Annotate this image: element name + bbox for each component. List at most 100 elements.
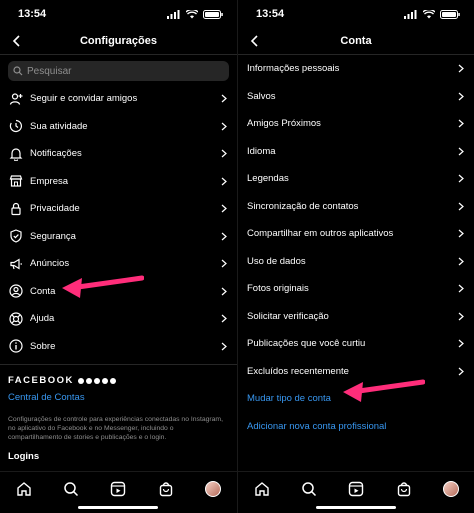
chevron-right-icon — [219, 121, 229, 131]
search-icon — [13, 66, 23, 76]
search-input[interactable]: Pesquisar — [8, 61, 229, 81]
account-item-label: Legendas — [247, 173, 289, 185]
account-item-original-photos[interactable]: Fotos originais — [238, 275, 474, 303]
chevron-right-icon — [456, 229, 466, 239]
shop-icon — [8, 173, 24, 189]
account-item-captions[interactable]: Legendas — [238, 165, 474, 193]
account-item-personal-info[interactable]: Informações pessoais — [238, 55, 474, 83]
account-item-saved[interactable]: Salvos — [238, 83, 474, 111]
chevron-left-icon — [12, 35, 20, 47]
lock-icon — [8, 201, 24, 217]
chevron-right-icon — [456, 91, 466, 101]
chevron-right-icon — [456, 201, 466, 211]
settings-header: Configurações — [0, 28, 237, 54]
settings-item-notifications[interactable]: Notificações — [0, 140, 237, 168]
settings-item-business[interactable]: Empresa — [0, 168, 237, 196]
facebook-brand: FACEBOOK — [8, 375, 229, 386]
account-item-label: Informações pessoais — [247, 63, 340, 75]
back-button[interactable] — [246, 32, 262, 50]
accounts-center-link[interactable]: Central de Contas — [8, 392, 229, 403]
settings-item-about[interactable]: Sobre — [0, 333, 237, 361]
chevron-right-icon — [219, 231, 229, 241]
account-item-label: Solicitar verificação — [247, 310, 329, 322]
reels-icon[interactable] — [346, 479, 366, 499]
settings-item-security[interactable]: Segurança — [0, 223, 237, 251]
account-item-language[interactable]: Idioma — [238, 138, 474, 166]
facebook-section: FACEBOOK Central de Contas Configurações… — [0, 365, 237, 462]
account-item-label: Sincronização de contatos — [247, 200, 359, 212]
chevron-right-icon — [456, 366, 466, 376]
account-item-data-usage[interactable]: Uso de dados — [238, 248, 474, 276]
status-bar: 13:54 — [0, 0, 237, 28]
home-icon[interactable] — [14, 479, 34, 499]
settings-item-activity[interactable]: Sua atividade — [0, 113, 237, 141]
pink-arrow-annotation — [62, 275, 144, 298]
account-item-label: Publicações que você curtiu — [247, 338, 366, 350]
chevron-right-icon — [456, 119, 466, 129]
account-item-label: Fotos originais — [247, 283, 309, 295]
home-icon[interactable] — [252, 479, 272, 499]
settings-item-follow-invite[interactable]: Seguir e convidar amigos — [0, 85, 237, 113]
account-item-share-apps[interactable]: Compartilhar em outros aplicativos — [238, 220, 474, 248]
chevron-right-icon — [456, 256, 466, 266]
megaphone-icon — [8, 256, 24, 272]
account-item-label: Idioma — [247, 145, 276, 157]
account-item-label: Uso de dados — [247, 255, 306, 267]
shop-bag-icon[interactable] — [156, 479, 176, 499]
settings-item-label: Segurança — [30, 230, 76, 242]
search-placeholder: Pesquisar — [27, 65, 72, 77]
bell-icon — [8, 146, 24, 162]
shop-bag-icon[interactable] — [394, 479, 414, 499]
add-professional-account-link[interactable]: Adicionar nova conta profissional — [238, 413, 474, 441]
page-title: Configurações — [79, 35, 157, 47]
settings-item-label: Sobre — [30, 340, 56, 352]
add-person-icon — [8, 91, 24, 107]
account-circle-icon — [8, 283, 24, 299]
chevron-right-icon — [219, 286, 229, 296]
chevron-right-icon — [219, 314, 229, 324]
signal-icon — [404, 9, 417, 19]
settings-item-help[interactable]: Ajuda — [0, 305, 237, 333]
account-header: Conta — [238, 28, 474, 54]
account-item-liked-posts[interactable]: Publicações que você curtiu — [238, 330, 474, 358]
settings-item-privacy[interactable]: Privacidade — [0, 195, 237, 223]
settings-item-label: Ajuda — [30, 313, 55, 325]
battery-icon — [203, 9, 223, 19]
account-item-verification[interactable]: Solicitar verificação — [238, 303, 474, 331]
settings-item-label: Seguir e convidar amigos — [30, 93, 138, 105]
lifebuoy-icon — [8, 311, 24, 327]
facebook-description: Configurações de controle para experiênc… — [8, 416, 223, 442]
settings-item-label: Empresa — [30, 175, 69, 187]
settings-item-label: Anúncios — [30, 258, 70, 270]
wifi-icon — [186, 9, 198, 18]
chevron-right-icon — [219, 204, 229, 214]
home-indicator — [316, 506, 396, 509]
account-screen: 13:54 Conta Informações pessoais Salvos … — [237, 0, 474, 513]
page-title: Conta — [340, 35, 372, 47]
chevron-left-icon — [250, 35, 258, 47]
account-item-close-friends[interactable]: Amigos Próximos — [238, 110, 474, 138]
reels-icon[interactable] — [108, 479, 128, 499]
home-indicator — [78, 506, 158, 509]
back-button[interactable] — [8, 32, 24, 50]
chevron-right-icon — [456, 146, 466, 156]
settings-list: Seguir e convidar amigos Sua atividade N… — [0, 85, 237, 360]
chevron-right-icon — [456, 174, 466, 184]
search-icon[interactable] — [61, 479, 81, 499]
account-item-label: Compartilhar em outros aplicativos — [247, 228, 394, 240]
profile-avatar[interactable] — [203, 479, 223, 499]
settings-item-label: Privacidade — [30, 203, 80, 215]
account-item-contact-sync[interactable]: Sincronização de contatos — [238, 193, 474, 221]
chevron-right-icon — [456, 284, 466, 294]
status-icons — [404, 9, 460, 19]
shield-icon — [8, 228, 24, 244]
battery-icon — [440, 9, 460, 19]
chevron-right-icon — [456, 311, 466, 321]
pink-arrow-annotation — [343, 379, 425, 402]
meta-apps-icon — [77, 377, 116, 384]
settings-screen: 13:54 Configurações Pesquisar Seguir e c… — [0, 0, 237, 513]
profile-avatar[interactable] — [441, 479, 461, 499]
chevron-right-icon — [219, 176, 229, 186]
chevron-right-icon — [456, 64, 466, 74]
search-icon[interactable] — [299, 479, 319, 499]
